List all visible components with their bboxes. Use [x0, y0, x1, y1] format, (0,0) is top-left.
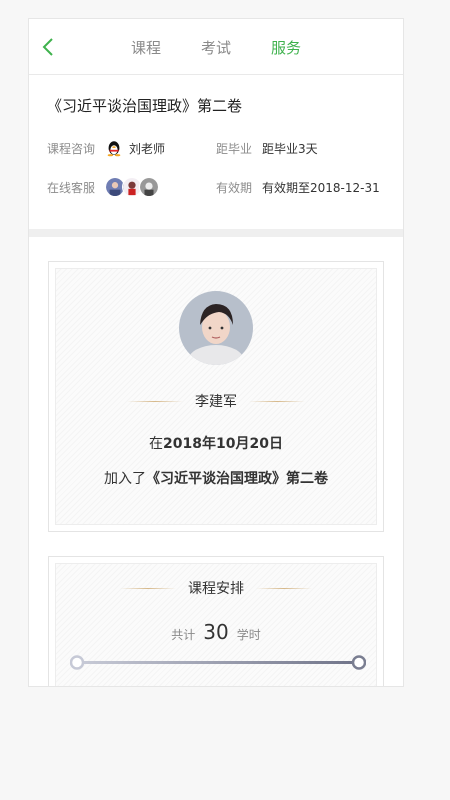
progress-end-knob — [351, 655, 366, 670]
gold-divider — [249, 400, 305, 402]
certificate-card: 李建军 在2018年10月20日 加入了《习近平谈治国理政》第二卷 — [48, 261, 384, 532]
gold-divider — [256, 587, 312, 589]
graduate-value: 距毕业3天 — [262, 141, 318, 156]
total-unit: 学时 — [236, 628, 261, 642]
schedule-card: 课程安排 共计 30 学时 — [48, 556, 384, 686]
valid-cell: 有效期 有效期至2018-12-31 — [216, 179, 385, 196]
tab-service[interactable]: 服务 — [271, 37, 301, 58]
schedule-inner: 课程安排 共计 30 学时 — [55, 563, 377, 686]
student-name-row: 李建军 — [56, 391, 376, 411]
student-avatar — [179, 291, 253, 365]
join-date: 2018年10月20日 — [163, 436, 283, 452]
qq-penguin-icon — [107, 141, 121, 157]
consult-value: 刘老师 — [129, 141, 166, 156]
gold-divider — [120, 587, 176, 589]
student-name: 李建军 — [195, 394, 237, 410]
certificate-inner: 李建军 在2018年10月20日 加入了《习近平谈治国理政》第二卷 — [55, 268, 377, 525]
schedule-title: 课程安排 — [188, 581, 244, 597]
info-row: 在线客服 有效期 有效期至2018-12-31 — [47, 177, 385, 197]
joined-prefix: 加入了 — [104, 471, 146, 487]
avatar[interactable] — [139, 177, 160, 197]
top-nav: 课程 考试 服务 — [29, 19, 403, 75]
course-info: 《习近平谈治国理政》第二卷 课程咨询 刘老师 距毕业 距毕业3天 在线客服 有效… — [29, 75, 403, 229]
tab-bar: 课程 考试 服务 — [29, 19, 403, 75]
service-cell: 在线客服 — [47, 177, 216, 197]
graduate-label: 距毕业 — [216, 141, 253, 156]
valid-label: 有效期 — [216, 180, 253, 195]
total-hours: 共计 30 学时 — [56, 620, 376, 644]
app-screen: 课程 考试 服务 《习近平谈治国理政》第二卷 课程咨询 刘老师 距毕业 距毕业3… — [28, 18, 404, 687]
info-row: 课程咨询 刘老师 距毕业 距毕业3天 — [47, 139, 385, 157]
progress-start-knob — [70, 655, 85, 670]
joined-course: 《习近平谈治国理政》第二卷 — [146, 471, 328, 487]
tab-course[interactable]: 课程 — [131, 37, 161, 58]
course-title: 《习近平谈治国理政》第二卷 — [47, 97, 243, 115]
gold-divider — [127, 400, 183, 402]
hours-progress-track — [70, 655, 366, 670]
schedule-title-row: 课程安排 — [56, 578, 376, 598]
join-date-line: 在2018年10月20日 — [56, 433, 376, 453]
tab-exam[interactable]: 考试 — [201, 37, 231, 58]
date-prefix: 在 — [149, 436, 164, 452]
total-prefix: 共计 — [171, 628, 196, 642]
joined-course-line: 加入了《习近平谈治国理政》第二卷 — [56, 468, 376, 488]
consult-cell[interactable]: 课程咨询 刘老师 — [47, 139, 216, 157]
section-divider — [29, 229, 403, 237]
graduate-cell: 距毕业 距毕业3天 — [216, 140, 385, 157]
service-label: 在线客服 — [47, 180, 96, 195]
valid-value: 有效期至2018-12-31 — [262, 180, 380, 195]
total-value: 30 — [203, 620, 229, 644]
service-avatars — [105, 177, 160, 197]
consult-label: 课程咨询 — [47, 141, 96, 156]
